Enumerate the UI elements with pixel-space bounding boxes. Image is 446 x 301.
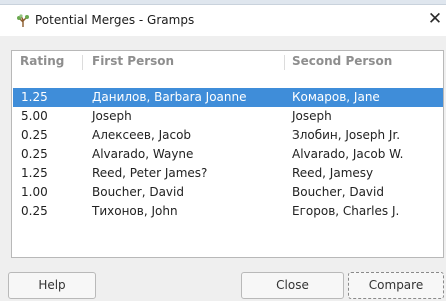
table-row[interactable]: 1.25 Reed, Peter James? Reed, Jamesy (13, 164, 443, 183)
row-rating: 0.25 (21, 128, 48, 142)
column-separator (82, 55, 83, 70)
list-header: Rating First Person Second Person (12, 51, 443, 73)
row-second-person: Егоров, Charles J. (292, 204, 400, 218)
column-separator (284, 55, 285, 70)
compare-button[interactable]: Compare (348, 272, 444, 299)
title-bar: Potential Merges - Gramps ✕ (0, 5, 446, 35)
merge-candidates-list[interactable]: Rating First Person Second Person 1.25 Д… (11, 50, 444, 258)
row-first-person: Boucher, David (92, 185, 184, 199)
row-second-person: Joseph (292, 109, 332, 123)
row-second-person: Boucher, David (292, 185, 384, 199)
row-second-person: Reed, Jamesy (292, 166, 374, 180)
window-title: Potential Merges - Gramps (35, 13, 195, 27)
row-rating: 0.25 (21, 147, 48, 161)
row-first-person: Алексеев, Jacob (92, 128, 192, 142)
table-row[interactable]: 0.25 Alvarado, Wayne Alvarado, Jacob W. (13, 145, 443, 164)
row-rating: 1.00 (21, 185, 48, 199)
row-second-person: Комаров, Jane (292, 90, 380, 104)
table-row[interactable]: 0.25 Алексеев, Jacob Злобин, Joseph Jr. (13, 126, 443, 145)
close-icon[interactable]: ✕ (426, 10, 444, 28)
row-first-person: Joseph (92, 109, 132, 123)
gramps-tree-icon (16, 14, 30, 28)
column-header-second-person[interactable]: Second Person (292, 54, 392, 68)
close-button[interactable]: Close (241, 272, 344, 299)
row-rating: 1.25 (21, 90, 48, 104)
row-first-person: Тихонов, John (92, 204, 178, 218)
table-row[interactable]: 1.00 Boucher, David Boucher, David (13, 183, 443, 202)
row-first-person: Данилов, Barbara Joanne (92, 90, 247, 104)
help-button[interactable]: Help (8, 272, 96, 299)
row-first-person: Alvarado, Wayne (92, 147, 194, 161)
row-rating: 0.25 (21, 204, 48, 218)
row-second-person: Alvarado, Jacob W. (292, 147, 404, 161)
row-second-person: Злобин, Joseph Jr. (292, 128, 401, 142)
column-header-first-person[interactable]: First Person (92, 54, 174, 68)
column-header-rating[interactable]: Rating (20, 54, 64, 68)
row-rating: 5.00 (21, 109, 48, 123)
table-row[interactable]: 1.25 Данилов, Barbara Joanne Комаров, Ja… (13, 88, 443, 107)
row-first-person: Reed, Peter James? (92, 166, 208, 180)
row-rating: 1.25 (21, 166, 48, 180)
table-row[interactable]: 5.00 Joseph Joseph (13, 107, 443, 126)
table-row[interactable]: 0.25 Тихонов, John Егоров, Charles J. (13, 202, 443, 221)
